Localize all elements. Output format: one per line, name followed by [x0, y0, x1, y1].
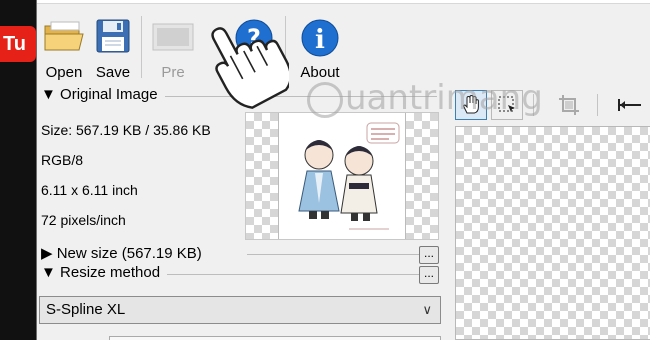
toolbar-separator [533, 94, 534, 116]
help-button[interactable]: ? Help [233, 12, 275, 81]
preview-panel [449, 80, 650, 340]
fit-width-icon [618, 99, 641, 111]
new-size-options-button[interactable]: ... [419, 246, 439, 264]
new-size-title: New size (567.19 KB) [56, 245, 202, 262]
fit-width-button[interactable] [615, 90, 645, 120]
about-label: About [300, 64, 340, 81]
settings-panel: ▼ Original Image Size: 567.19 KB / 35.86… [37, 80, 447, 340]
resize-method-options-button[interactable]: ... [419, 266, 439, 284]
new-size-header[interactable]: ▶ New size (567.19 KB) [41, 244, 202, 264]
crop-button[interactable] [553, 90, 585, 120]
crop-select-icon [498, 96, 515, 112]
toolbar-separator [597, 94, 598, 116]
main-toolbar: Open Save Pre ? Help i About [37, 6, 650, 81]
crop-select-button[interactable] [491, 90, 523, 120]
hand-tool-icon [463, 95, 479, 114]
character-illustration-icon [298, 122, 400, 230]
size-info: Size: 567.19 KB / 35.86 KB [41, 122, 211, 138]
folder-icon [44, 21, 84, 51]
resize-method-select[interactable]: S-Spline XL ∨ [39, 296, 441, 324]
floppy-icon [96, 19, 130, 53]
collapse-triangle-icon: ▼ [41, 264, 56, 281]
open-button[interactable]: Open [41, 12, 87, 81]
expand-triangle-icon: ▶ [41, 245, 53, 262]
hand-tool-button[interactable] [455, 90, 487, 120]
svg-text:?: ? [247, 24, 261, 52]
resize-method-header[interactable]: ▼ Resize method [41, 264, 160, 284]
title-bar [37, 0, 650, 4]
resolution-info: 72 pixels/inch [41, 212, 126, 228]
info-icon: i [301, 19, 339, 57]
preview-button[interactable]: Pre [147, 12, 199, 81]
help-icon: ? [235, 19, 273, 57]
section-divider [247, 254, 437, 255]
original-thumbnail [245, 112, 439, 240]
original-image-title: Original Image [60, 86, 158, 103]
crop-icon [559, 95, 579, 115]
original-image-header[interactable]: ▼ Original Image [41, 86, 158, 106]
svg-text:i: i [315, 25, 325, 55]
collapse-triangle-icon: ▼ [41, 86, 56, 103]
section-divider [165, 96, 437, 97]
youtube-logo: Tu [0, 26, 36, 62]
toolbar-separator [285, 16, 286, 78]
partial-field[interactable] [109, 336, 441, 340]
color-mode-info: RGB/8 [41, 152, 84, 168]
preview-canvas[interactable] [455, 126, 650, 340]
thumbnail-image [278, 113, 406, 239]
about-button[interactable]: i About [295, 12, 345, 81]
resize-method-value: S-Spline XL [46, 301, 126, 318]
resize-method-title: Resize method [60, 264, 161, 281]
toolbar-separator [141, 16, 142, 78]
help-label: Help [238, 64, 270, 81]
save-button[interactable]: Save [93, 12, 133, 81]
chevron-down-icon: ∨ [422, 302, 432, 317]
section-divider [167, 274, 437, 275]
app-window: Open Save Pre ? Help i About ▼ Original … [36, 0, 650, 340]
preview-icon [152, 23, 194, 51]
open-label: Open [45, 64, 83, 81]
dimensions-info: 6.11 x 6.11 inch [41, 182, 138, 198]
save-label: Save [95, 64, 131, 81]
preview-label: Pre [161, 64, 185, 81]
